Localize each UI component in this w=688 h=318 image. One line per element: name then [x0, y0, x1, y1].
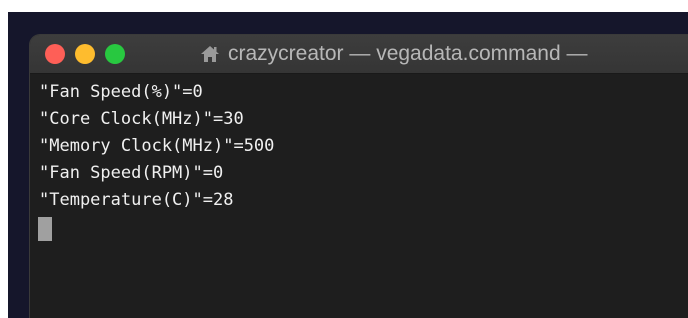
- window-title-text: crazycreator — vegadata.command —: [228, 42, 588, 65]
- terminal-window: crazycreator — vegadata.command — "Fan S…: [30, 35, 688, 318]
- desktop: crazycreator — vegadata.command — "Fan S…: [0, 0, 688, 318]
- terminal-line: "Temperature(C)"=28: [39, 190, 234, 210]
- title-bar[interactable]: crazycreator — vegadata.command —: [30, 35, 688, 74]
- terminal-line: "Fan Speed(RPM)"=0: [39, 163, 224, 183]
- zoom-button[interactable]: [105, 44, 125, 64]
- terminal-line: "Core Clock(MHz)"=30: [39, 109, 244, 129]
- text-cursor: [38, 217, 52, 241]
- close-button[interactable]: [45, 44, 65, 64]
- home-icon: [201, 46, 219, 62]
- terminal-content[interactable]: "Fan Speed(%)"=0 "Core Clock(MHz)"=30 "M…: [30, 74, 688, 318]
- terminal-line: "Memory Clock(MHz)"=500: [39, 136, 275, 156]
- minimize-button[interactable]: [75, 44, 95, 64]
- terminal-line: "Fan Speed(%)"=0: [39, 82, 203, 102]
